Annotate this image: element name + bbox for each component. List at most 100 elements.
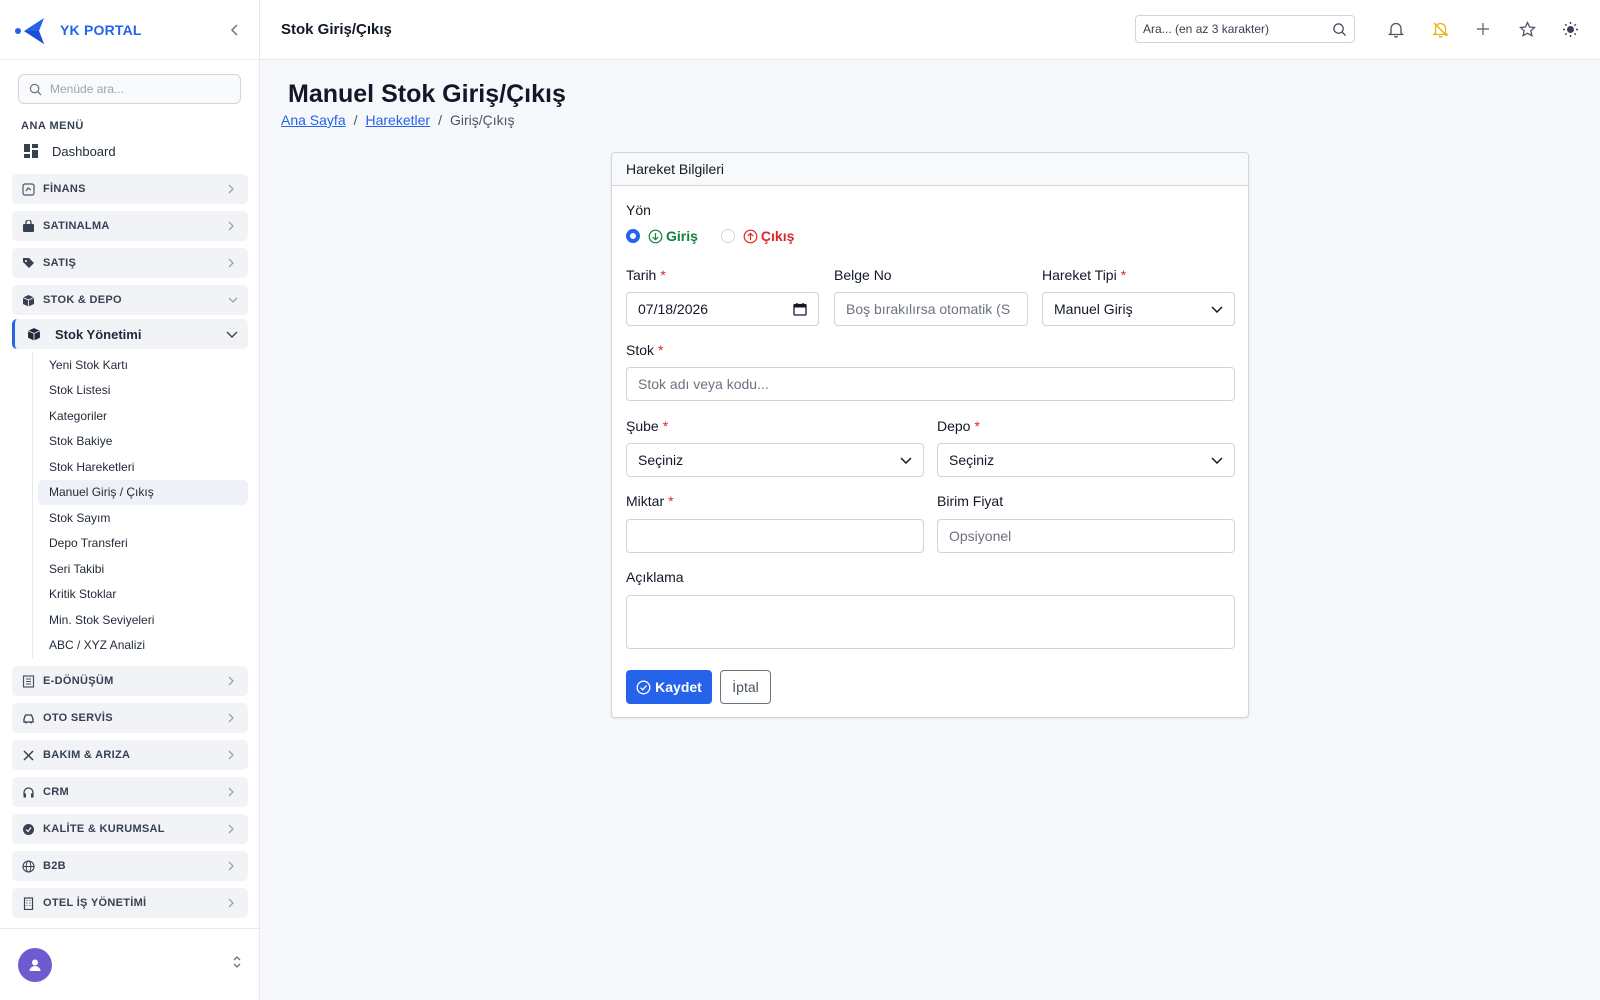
chevron-down-icon <box>226 325 238 343</box>
arrow-up-circle-icon <box>743 229 758 243</box>
warehouse-select[interactable]: Seçiniz <box>937 443 1235 477</box>
sidebar-subitem-abc-xyz[interactable]: ABC / XYZ Analizi <box>38 633 248 659</box>
cancel-label: İptal <box>732 679 759 695</box>
stock-input[interactable] <box>638 376 1223 392</box>
logo-icon <box>14 14 50 46</box>
movement-type-label-text: Hareket Tipi <box>1042 267 1117 283</box>
direction-in-radio[interactable] <box>626 229 640 243</box>
sidebar-subitem-warehouse-transfer[interactable]: Depo Transferi <box>38 531 248 557</box>
cancel-button[interactable]: İptal <box>720 670 771 704</box>
sidebar-subitem-critical-stocks[interactable]: Kritik Stoklar <box>38 582 248 608</box>
search-icon[interactable] <box>1332 22 1347 37</box>
section-title: ANA MENÜ <box>21 120 84 132</box>
box-icon <box>27 327 41 341</box>
box-icon <box>22 294 35 307</box>
check-circle-icon <box>636 680 651 694</box>
document-no-field[interactable] <box>834 292 1028 326</box>
movement-type-value: Manuel Giriş <box>1054 301 1133 317</box>
sidebar-subitem-stock-list[interactable]: Stok Listesi <box>38 378 248 404</box>
sidebar-item-dashboard[interactable]: Dashboard <box>24 142 259 160</box>
document-no-input[interactable] <box>846 301 1016 317</box>
sidebar-subitem-categories[interactable]: Kategoriler <box>38 403 248 429</box>
sidebar-subitem-stock-count[interactable]: Stok Sayım <box>38 505 248 531</box>
sidebar-group-quality[interactable]: KALİTE & KURUMSAL <box>12 814 248 844</box>
branch-select[interactable]: Seçiniz <box>626 443 924 477</box>
topbar: Stok Giriş/Çıkış <box>260 0 1600 60</box>
direction-radio-group: Giriş Çıkış <box>626 228 794 244</box>
direction-out-radio[interactable] <box>720 229 735 243</box>
plus-icon[interactable] <box>1473 19 1493 39</box>
branch-value: Seçiniz <box>638 452 684 468</box>
stock-field[interactable] <box>626 367 1235 401</box>
sidebar-group-b2b[interactable]: B2B <box>12 851 248 881</box>
menu-search-input[interactable] <box>50 82 230 96</box>
bell-off-icon[interactable] <box>1430 19 1450 39</box>
stock-label-text: Stok <box>626 342 655 358</box>
description-label: Açıklama <box>626 569 684 585</box>
sidebar-subitem-min-stock-levels[interactable]: Min. Stok Seviyeleri <box>38 607 248 633</box>
description-textarea[interactable] <box>638 604 1223 640</box>
tree-line <box>32 352 33 658</box>
sidebar-group-finance[interactable]: FİNANS <box>12 174 248 204</box>
sidebar-group-purchasing[interactable]: SATINALMA <box>12 211 248 241</box>
breadcrumb-current: Giriş/Çıkış <box>449 112 515 128</box>
breadcrumb-separator: / <box>353 112 358 128</box>
page-title: Manuel Stok Giriş/Çıkış <box>288 80 566 108</box>
sidebar-subitem-new-stock-card[interactable]: Yeni Stok Kartı <box>38 352 248 378</box>
chevron-updown-icon[interactable] <box>232 955 242 974</box>
sidebar-group-crm[interactable]: CRM <box>12 777 248 807</box>
bell-icon[interactable] <box>1386 19 1406 39</box>
sidebar-group-label: SATINALMA <box>43 220 110 232</box>
date-field[interactable]: 07/18/2026 <box>626 292 819 326</box>
unit-price-input[interactable] <box>949 528 1223 544</box>
breadcrumb-home-link[interactable]: Ana Sayfa <box>281 112 346 128</box>
sidebar-group-label: OTEL İŞ YÖNETİMİ <box>43 897 147 909</box>
direction-in-option[interactable]: Giriş <box>648 228 698 244</box>
finance-icon <box>22 182 35 196</box>
avatar[interactable] <box>18 947 52 982</box>
sun-icon[interactable] <box>1560 19 1580 39</box>
sidebar-group-label: CRM <box>43 786 69 798</box>
sidebar-group-label: BAKIM & ARIZA <box>43 749 131 761</box>
menu-search[interactable] <box>18 74 241 104</box>
sidebar-subitem-stock-movements[interactable]: Stok Hareketleri <box>38 454 248 480</box>
chevron-right-icon <box>228 861 238 871</box>
chevron-down-icon <box>1211 305 1223 313</box>
sidebar-group-sales[interactable]: SATIŞ <box>12 248 248 278</box>
movement-type-select[interactable]: Manuel Giriş <box>1042 292 1235 326</box>
calendar-icon[interactable] <box>793 302 807 316</box>
chevron-right-icon <box>228 221 238 231</box>
sidebar-subitem-manual-in-out[interactable]: Manuel Giriş / Çıkış <box>38 479 248 505</box>
sidebar-item-label: Dashboard <box>52 143 116 159</box>
sidebar-group-maintenance[interactable]: BAKIM & ARIZA <box>12 740 248 770</box>
sidebar-subitem-serial-tracking[interactable]: Seri Takibi <box>38 556 248 582</box>
global-search[interactable] <box>1135 15 1355 43</box>
sidebar-group-auto-service[interactable]: OTO SERVİS <box>12 703 248 733</box>
sidebar: YK PORTAL ANA MENÜ Dashboard FİNANS SATI… <box>0 0 260 1000</box>
sidebar-subitem-stock-balance[interactable]: Stok Bakiye <box>38 429 248 455</box>
sidebar-group-stock-warehouse[interactable]: STOK & DEPO <box>12 285 248 315</box>
branch-label: Şube * <box>626 418 668 434</box>
quantity-label-text: Miktar <box>626 493 665 509</box>
direction-label: Yön <box>626 202 651 218</box>
unit-price-field[interactable] <box>937 519 1235 553</box>
breadcrumb: Ana Sayfa / Hareketler / Giriş/Çıkış <box>281 112 515 128</box>
star-icon[interactable] <box>1517 19 1537 39</box>
direction-out-option[interactable]: Çıkış <box>743 228 794 244</box>
description-field[interactable] <box>626 595 1235 649</box>
save-button[interactable]: Kaydet <box>626 670 712 704</box>
quantity-input[interactable] <box>638 528 912 544</box>
sidebar-group-hotel[interactable]: OTEL İŞ YÖNETİMİ <box>12 888 248 918</box>
quantity-field[interactable] <box>626 519 924 553</box>
card-title: Hareket Bilgileri <box>612 153 1248 186</box>
sidebar-module-stock-management[interactable]: Stok Yönetimi <box>12 319 248 349</box>
unit-price-label: Birim Fiyat <box>937 493 1003 509</box>
collapse-sidebar-icon[interactable] <box>225 20 245 40</box>
breadcrumb-movements-link[interactable]: Hareketler <box>366 112 431 128</box>
brand: YK PORTAL <box>0 0 259 60</box>
sidebar-group-e-transformation[interactable]: E-DÖNÜŞÜM <box>12 666 248 696</box>
user-menu[interactable] <box>0 928 260 1000</box>
global-search-input[interactable] <box>1143 22 1323 36</box>
warehouse-value: Seçiniz <box>949 452 995 468</box>
chevron-down-icon <box>228 295 238 305</box>
